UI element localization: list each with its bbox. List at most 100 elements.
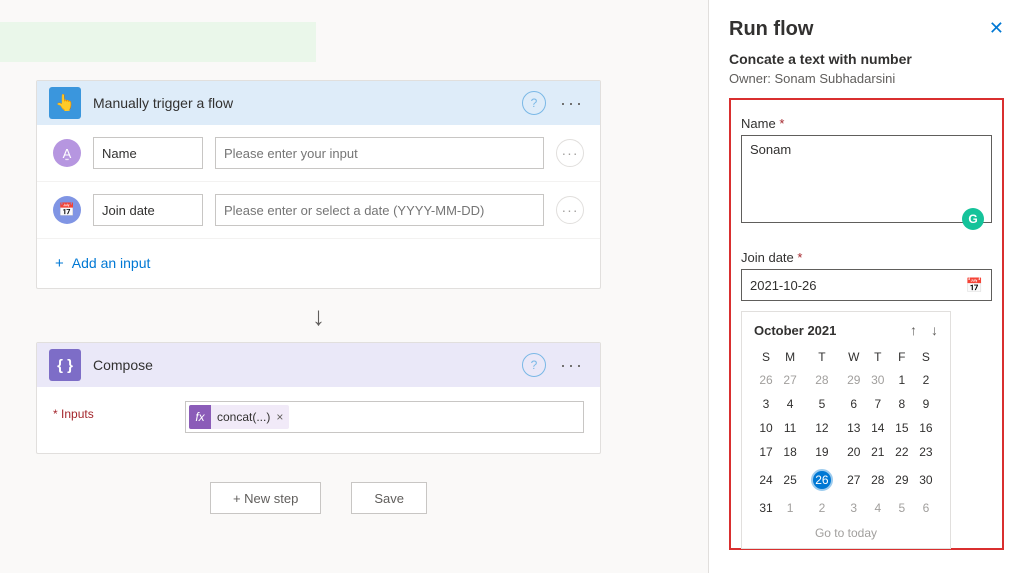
success-banner bbox=[0, 22, 316, 62]
arrow-down-icon: ↓ bbox=[36, 289, 601, 342]
calendar-day[interactable]: 5 bbox=[802, 392, 842, 416]
help-icon[interactable]: ? bbox=[522, 353, 546, 377]
calendar-day[interactable]: 26 bbox=[754, 368, 778, 392]
calendar-day[interactable]: 21 bbox=[866, 440, 890, 464]
param-name-field[interactable] bbox=[93, 137, 203, 169]
calendar-dow: S bbox=[754, 346, 778, 368]
help-icon[interactable]: ? bbox=[522, 91, 546, 115]
date-icon: 📅 bbox=[53, 196, 81, 224]
date-value: 2021-10-26 bbox=[750, 278, 817, 293]
calendar-popup: October 2021 ↑ ↓ SMTWTFS 262728293012345… bbox=[741, 311, 951, 549]
compose-title: Compose bbox=[93, 357, 522, 373]
calendar-grid: SMTWTFS 26272829301234567891011121314151… bbox=[754, 346, 938, 520]
calendar-day[interactable]: 28 bbox=[866, 464, 890, 496]
calendar-day[interactable]: 17 bbox=[754, 440, 778, 464]
panel-subtitle: Concate a text with number bbox=[729, 51, 1004, 67]
form-highlight: Name * Sonam G Join date * 2021-10-26 📅 … bbox=[729, 98, 1004, 550]
run-flow-panel: Run flow ✕ Concate a text with number Ow… bbox=[708, 0, 1024, 573]
param-name-value[interactable] bbox=[215, 137, 544, 169]
expression-pill[interactable]: fx concat(...) × bbox=[189, 405, 289, 429]
date-input[interactable]: 2021-10-26 📅 bbox=[741, 269, 992, 301]
calendar-day[interactable]: 4 bbox=[778, 392, 802, 416]
calendar-day[interactable]: 2 bbox=[802, 496, 842, 520]
calendar-day[interactable]: 5 bbox=[890, 496, 914, 520]
calendar-dow: T bbox=[802, 346, 842, 368]
calendar-dow: M bbox=[778, 346, 802, 368]
inputs-field[interactable]: fx concat(...) × bbox=[185, 401, 584, 433]
trigger-header[interactable]: 👆 Manually trigger a flow ? ··· bbox=[37, 81, 600, 125]
row-more-icon[interactable]: ··· bbox=[556, 196, 584, 224]
calendar-day[interactable]: 11 bbox=[778, 416, 802, 440]
fx-icon: fx bbox=[189, 405, 211, 429]
calendar-day[interactable]: 29 bbox=[890, 464, 914, 496]
calendar-day[interactable]: 29 bbox=[842, 368, 866, 392]
calendar-day[interactable]: 4 bbox=[866, 496, 890, 520]
calendar-day[interactable]: 3 bbox=[842, 496, 866, 520]
calendar-day[interactable]: 30 bbox=[914, 464, 938, 496]
input-row-date: 📅 ··· bbox=[37, 182, 600, 239]
more-icon[interactable]: ··· bbox=[556, 93, 588, 114]
next-month-icon[interactable]: ↓ bbox=[931, 322, 938, 338]
grammarly-icon[interactable]: G bbox=[962, 208, 984, 230]
calendar-day[interactable]: 19 bbox=[802, 440, 842, 464]
prev-month-icon[interactable]: ↑ bbox=[910, 322, 917, 338]
plus-icon: + bbox=[55, 255, 64, 272]
calendar-day[interactable]: 31 bbox=[754, 496, 778, 520]
calendar-day[interactable]: 1 bbox=[778, 496, 802, 520]
compose-header[interactable]: { } Compose ? ··· bbox=[37, 343, 600, 387]
calendar-dow: S bbox=[914, 346, 938, 368]
row-more-icon[interactable]: ··· bbox=[556, 139, 584, 167]
calendar-month[interactable]: October 2021 bbox=[754, 323, 836, 338]
go-to-today[interactable]: Go to today bbox=[754, 526, 938, 540]
calendar-dow: W bbox=[842, 346, 866, 368]
calendar-dow: F bbox=[890, 346, 914, 368]
add-input-button[interactable]: +Add an input bbox=[37, 239, 600, 288]
calendar-day[interactable]: 18 bbox=[778, 440, 802, 464]
calendar-day[interactable]: 14 bbox=[866, 416, 890, 440]
calendar-icon[interactable]: 📅 bbox=[966, 277, 983, 294]
calendar-day[interactable]: 30 bbox=[866, 368, 890, 392]
pill-text: concat(...) bbox=[217, 410, 270, 424]
calendar-dow: T bbox=[866, 346, 890, 368]
calendar-day[interactable]: 10 bbox=[754, 416, 778, 440]
calendar-day[interactable]: 6 bbox=[842, 392, 866, 416]
remove-pill-icon[interactable]: × bbox=[276, 410, 283, 424]
calendar-day[interactable]: 2 bbox=[914, 368, 938, 392]
calendar-day[interactable]: 27 bbox=[778, 368, 802, 392]
compose-body: Inputs fx concat(...) × bbox=[37, 387, 600, 453]
param-date-value[interactable] bbox=[215, 194, 544, 226]
calendar-day[interactable]: 20 bbox=[842, 440, 866, 464]
input-row-name: A͍ ··· bbox=[37, 125, 600, 182]
calendar-day[interactable]: 27 bbox=[842, 464, 866, 496]
param-date-field[interactable] bbox=[93, 194, 203, 226]
flow-canvas: 👆 Manually trigger a flow ? ··· A͍ ··· 📅… bbox=[36, 80, 601, 514]
calendar-day[interactable]: 7 bbox=[866, 392, 890, 416]
calendar-day[interactable]: 24 bbox=[754, 464, 778, 496]
calendar-day[interactable]: 25 bbox=[778, 464, 802, 496]
calendar-day[interactable]: 26 bbox=[802, 464, 842, 496]
new-step-button[interactable]: + New step bbox=[210, 482, 321, 514]
calendar-day[interactable]: 13 bbox=[842, 416, 866, 440]
calendar-day[interactable]: 6 bbox=[914, 496, 938, 520]
panel-title: Run flow bbox=[729, 18, 813, 41]
inputs-label: Inputs bbox=[53, 401, 173, 421]
calendar-day[interactable]: 12 bbox=[802, 416, 842, 440]
name-label: Name * bbox=[741, 116, 992, 131]
calendar-day[interactable]: 8 bbox=[890, 392, 914, 416]
save-button[interactable]: Save bbox=[351, 482, 427, 514]
calendar-day[interactable]: 22 bbox=[890, 440, 914, 464]
compose-card: { } Compose ? ··· Inputs fx concat(...) … bbox=[36, 342, 601, 454]
trigger-card: 👆 Manually trigger a flow ? ··· A͍ ··· 📅… bbox=[36, 80, 601, 289]
calendar-day[interactable]: 23 bbox=[914, 440, 938, 464]
calendar-day[interactable]: 28 bbox=[802, 368, 842, 392]
calendar-day[interactable]: 15 bbox=[890, 416, 914, 440]
close-icon[interactable]: ✕ bbox=[989, 18, 1004, 39]
manual-trigger-icon: 👆 bbox=[49, 87, 81, 119]
name-input[interactable]: Sonam bbox=[741, 135, 992, 223]
more-icon[interactable]: ··· bbox=[556, 355, 588, 376]
calendar-day[interactable]: 3 bbox=[754, 392, 778, 416]
calendar-day[interactable]: 1 bbox=[890, 368, 914, 392]
calendar-day[interactable]: 16 bbox=[914, 416, 938, 440]
calendar-day[interactable]: 9 bbox=[914, 392, 938, 416]
date-label: Join date * bbox=[741, 250, 992, 265]
